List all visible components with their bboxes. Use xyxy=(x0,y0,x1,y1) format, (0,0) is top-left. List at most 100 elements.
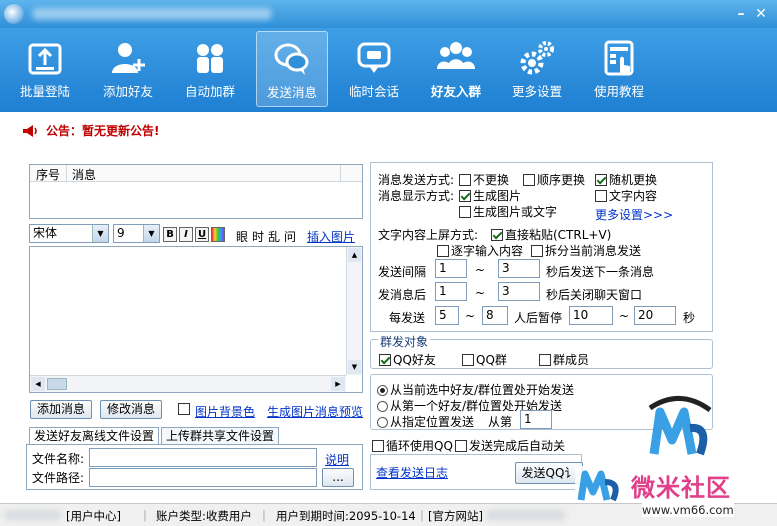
view-log-link[interactable]: 查看发送日志 xyxy=(376,464,448,481)
char-input-option[interactable]: 逐字输入内容 xyxy=(437,242,523,259)
more-settings-link[interactable]: 更多设置>>> xyxy=(595,206,673,223)
no-change-checkbox[interactable] xyxy=(459,174,471,186)
toolbar-auto-join[interactable]: 自动加群 xyxy=(174,31,246,107)
insert-rand-button[interactable]: 乱 xyxy=(268,228,280,245)
file-settings-panel: 文件名称: 说明 文件路径: ... xyxy=(26,444,363,490)
scroll-right-icon[interactable]: ▶ xyxy=(331,377,345,391)
gen-preview-link[interactable]: 生成图片消息预览 xyxy=(267,403,363,420)
underline-button[interactable]: U xyxy=(195,227,209,242)
seq-change-option[interactable]: 顺序更换 xyxy=(523,171,585,188)
expiry-text: 用户到期时间:2095-10-14 xyxy=(276,509,416,523)
text-content-checkbox[interactable] xyxy=(595,190,607,202)
scroll-down-icon[interactable]: ▼ xyxy=(348,360,361,374)
every-send-label: 每发送 xyxy=(389,311,426,325)
insert-sec-button[interactable]: 时 xyxy=(252,228,264,245)
add-message-button[interactable]: 添加消息 xyxy=(30,400,92,419)
auto-close-checkbox[interactable] xyxy=(455,440,467,452)
horizontal-scrollbar[interactable]: ◀ ▶ xyxy=(30,375,346,392)
italic-button[interactable]: I xyxy=(179,227,193,242)
every-from-input[interactable]: 5 xyxy=(435,306,459,325)
direct-paste-checkbox[interactable] xyxy=(491,229,503,241)
split-send-checkbox[interactable] xyxy=(531,245,543,257)
group-member-option[interactable]: 群成员 xyxy=(539,351,589,368)
close-button[interactable]: ✕ xyxy=(752,5,770,23)
qq-friend-checkbox[interactable] xyxy=(379,354,391,366)
pause-from-input[interactable]: 10 xyxy=(569,306,613,325)
direct-paste-option[interactable]: 直接粘贴(CTRL+V) xyxy=(491,226,611,243)
gen-image-checkbox[interactable] xyxy=(459,190,471,202)
scroll-thumb[interactable] xyxy=(47,378,67,390)
loop-qq-option[interactable]: 循环使用QQ xyxy=(372,437,453,454)
group-member-checkbox[interactable] xyxy=(539,354,551,366)
rand-change-checkbox[interactable] xyxy=(595,174,607,186)
gen-image-or-text-checkbox[interactable] xyxy=(459,206,471,218)
toolbar-add-friend[interactable]: 添加好友 xyxy=(92,31,164,107)
after-from-input[interactable]: 1 xyxy=(435,282,467,301)
start-current-option[interactable]: 从当前选中好友/群位置处开始发送 xyxy=(377,381,574,398)
chevron-down-icon: ▼ xyxy=(92,225,108,242)
no-change-option[interactable]: 不更换 xyxy=(459,171,509,188)
tab-group-share[interactable]: 上传群共享文件设置 xyxy=(161,427,280,445)
color-palette-icon[interactable] xyxy=(211,227,225,242)
toolbar-batch-login[interactable]: 批量登陆 xyxy=(9,31,81,107)
help-link[interactable]: 说明 xyxy=(325,451,349,468)
pause-label: 人后暂停 xyxy=(514,311,563,325)
from-position-input[interactable]: 1 xyxy=(520,410,552,429)
pause-to-input[interactable]: 20 xyxy=(634,306,676,325)
text-content-option[interactable]: 文字内容 xyxy=(595,187,657,204)
browse-button[interactable]: ... xyxy=(322,468,354,487)
message-editor[interactable]: ▲ ▼ ◀ ▶ xyxy=(29,246,363,393)
col-index-header: 序号 xyxy=(36,168,61,182)
gears-icon xyxy=(520,41,554,75)
file-name-input[interactable] xyxy=(89,448,317,467)
toolbar-send-msg[interactable]: 发送消息 xyxy=(256,31,328,107)
website-link[interactable]: [官方网站] xyxy=(428,508,483,524)
insert-image-link[interactable]: 插入图片 xyxy=(307,228,355,245)
after-to-input[interactable]: 3 xyxy=(498,282,540,301)
interval-to-input[interactable]: 3 xyxy=(498,259,540,278)
loop-qq-checkbox[interactable] xyxy=(372,440,384,452)
start-current-radio[interactable] xyxy=(377,385,388,396)
message-table[interactable]: 序号 消息 xyxy=(29,164,363,219)
targets-title: 群发对象 xyxy=(378,333,431,350)
scroll-left-icon[interactable]: ◀ xyxy=(31,377,45,391)
start-custom-option[interactable]: 从指定位置发送 xyxy=(377,413,474,430)
seq-change-checkbox[interactable] xyxy=(523,174,535,186)
split-send-option[interactable]: 拆分当前消息发送 xyxy=(531,242,641,259)
user-center-link[interactable]: [用户中心] xyxy=(66,508,121,524)
vertical-scrollbar[interactable]: ▲ ▼ xyxy=(346,247,362,375)
start-first-radio[interactable] xyxy=(377,401,388,412)
send-qq-button[interactable]: 发送QQ讠 xyxy=(515,462,583,484)
blurred-status-text xyxy=(486,510,566,520)
scroll-up-icon[interactable]: ▲ xyxy=(348,248,361,262)
qq-group-option[interactable]: QQ群 xyxy=(462,351,507,368)
file-path-input[interactable] xyxy=(89,468,317,487)
char-input-checkbox[interactable] xyxy=(437,245,449,257)
watermark-brand-text: 微米社区 xyxy=(631,474,731,502)
toolbar-more-settings[interactable]: 更多设置 xyxy=(501,31,573,107)
edit-message-button[interactable]: 修改消息 xyxy=(100,400,162,419)
interval-from-input[interactable]: 1 xyxy=(435,259,467,278)
qq-friend-option[interactable]: QQ好友 xyxy=(379,351,436,368)
toolbar-temp-chat[interactable]: 临时会话 xyxy=(338,31,410,107)
toolbar-friend-join[interactable]: 好友入群 xyxy=(420,31,492,107)
gen-image-or-text-option[interactable]: 生成图片或文字 xyxy=(459,203,557,220)
bold-button[interactable]: B xyxy=(163,227,177,242)
image-bg-checkbox[interactable] xyxy=(178,403,190,415)
size-select[interactable]: 9 ▼ xyxy=(113,224,160,243)
font-select[interactable]: 宋体 ▼ xyxy=(29,224,109,243)
rand-change-option[interactable]: 随机更换 xyxy=(595,171,657,188)
chevron-down-icon: ▼ xyxy=(143,225,159,242)
insert-time-button[interactable]: 眼 xyxy=(236,228,248,245)
every-to-input[interactable]: 8 xyxy=(482,306,508,325)
minimize-button[interactable]: – xyxy=(732,5,750,23)
group-icon xyxy=(197,44,223,73)
toolbar-tutorial[interactable]: 使用教程 xyxy=(583,31,655,107)
auto-close-option[interactable]: 发送完成后自动关 xyxy=(455,437,565,454)
start-custom-radio[interactable] xyxy=(377,417,388,428)
insert-ask-button[interactable]: 问 xyxy=(284,228,296,245)
gen-image-option[interactable]: 生成图片 xyxy=(459,187,521,204)
tab-offline-file[interactable]: 发送好友离线文件设置 xyxy=(29,427,160,445)
image-bg-link[interactable]: 图片背景色 xyxy=(195,403,255,420)
qq-group-checkbox[interactable] xyxy=(462,354,474,366)
